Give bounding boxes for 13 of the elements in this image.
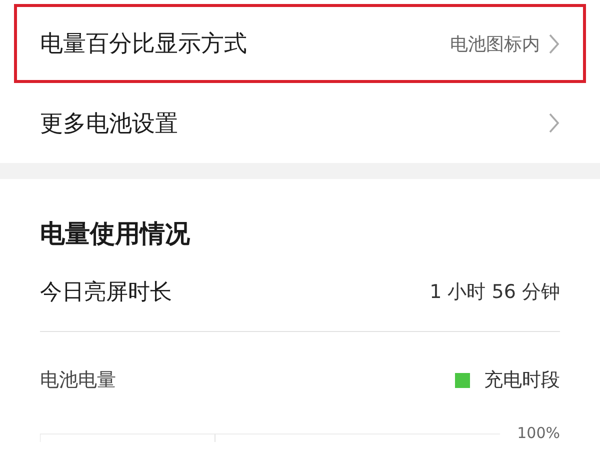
settings-row[interactable]: 电量百分比显示方式 电池图标内 xyxy=(14,4,586,83)
settings-row[interactable]: 更多电池设置 xyxy=(14,83,586,163)
setting-label: 电量百分比显示方式 xyxy=(40,30,248,59)
chevron-icon xyxy=(548,32,560,54)
screen-time-label: 今日亮屏时长 xyxy=(40,279,173,307)
setting-value: 电池图标内 xyxy=(450,32,540,56)
screen-time-value: 1 小时 56 分钟 xyxy=(430,280,560,305)
chevron-icon xyxy=(548,112,560,134)
setting-label: 更多电池设置 xyxy=(40,110,179,138)
section-title: 电量使用情况 xyxy=(40,218,191,250)
legend-label: 充电时段 xyxy=(484,368,560,393)
battery-label: 电池电量 xyxy=(40,368,117,393)
axis-label: 100% xyxy=(517,424,560,442)
